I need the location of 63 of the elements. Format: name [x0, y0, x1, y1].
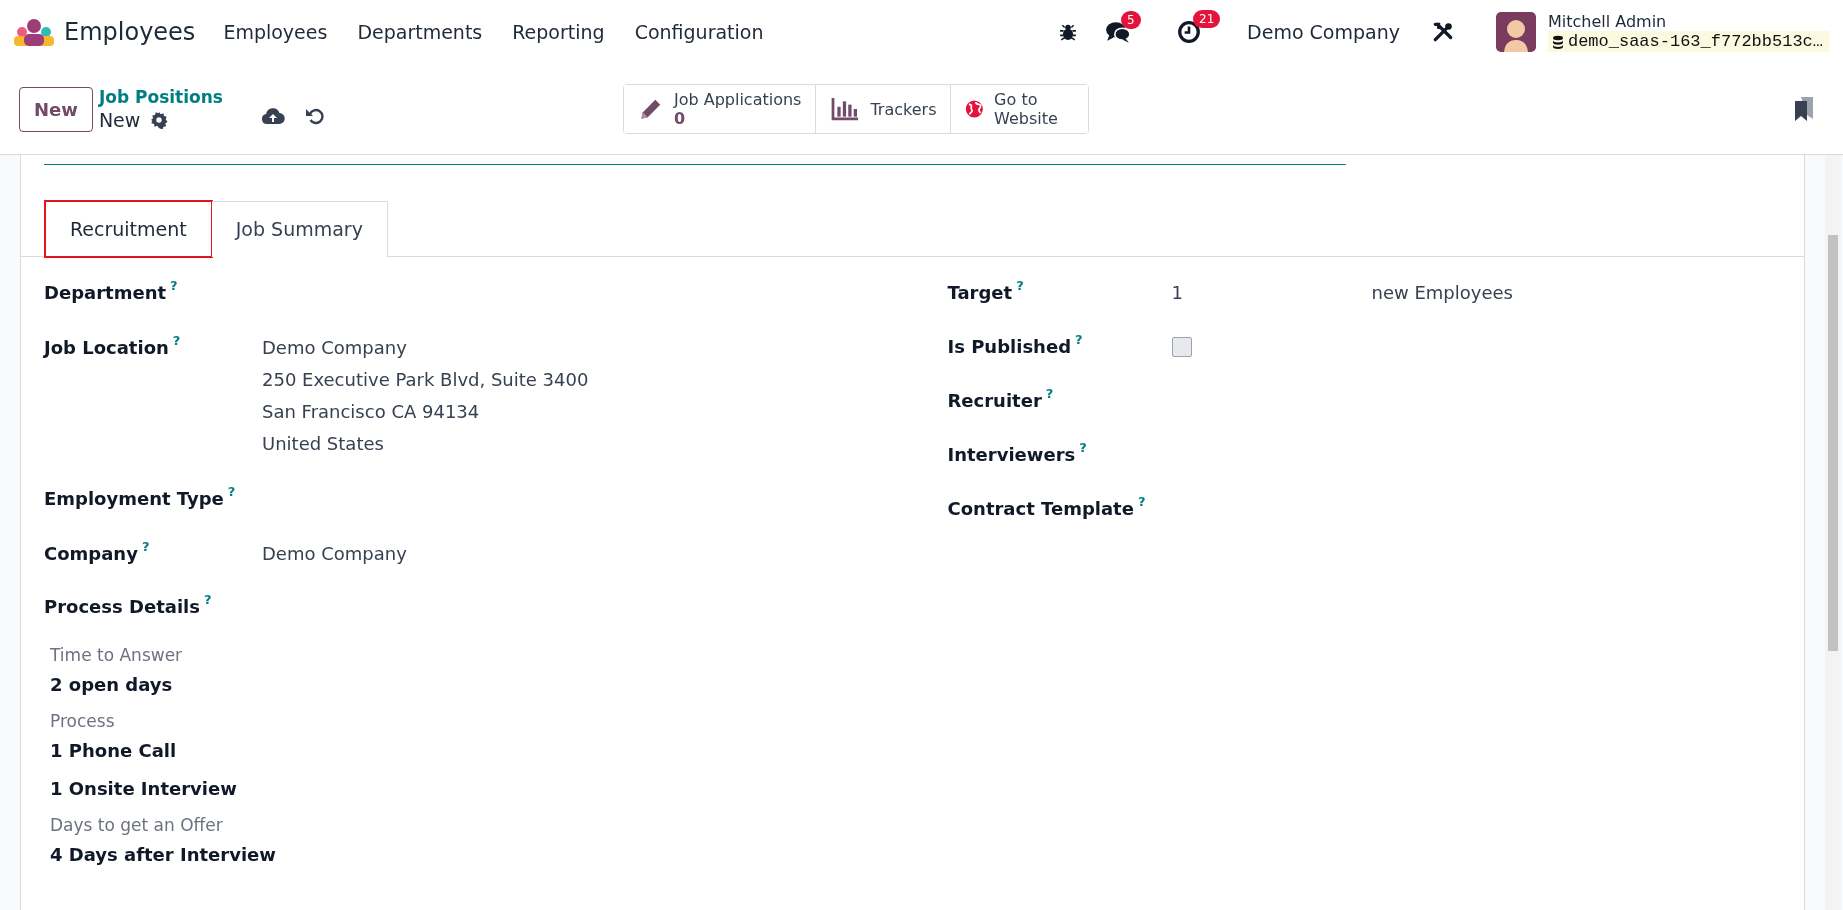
help-tooltip[interactable]: ?	[1045, 385, 1054, 403]
field-label: Employment Type	[44, 487, 224, 511]
field-label: Department	[44, 281, 167, 305]
field-value: United States	[262, 432, 385, 456]
process-item: 1 Phone Call	[50, 739, 178, 763]
field-label: Contract Template	[947, 497, 1134, 521]
menu-item[interactable]: Departments	[357, 21, 483, 43]
message-count: 5	[1121, 11, 1141, 29]
process-item: 1 Onsite Interview	[50, 777, 238, 801]
help-tooltip[interactable]: ?	[1075, 331, 1083, 349]
database-icon	[1551, 34, 1564, 49]
field-value: 250 Executive Park Blvd, Suite 3400	[262, 368, 589, 392]
process-heading: Process	[50, 710, 116, 733]
scrollbar-thumb[interactable]	[1828, 235, 1838, 651]
help-tooltip[interactable]: ?	[172, 332, 181, 350]
settings-icon[interactable]	[150, 111, 169, 129]
breadcrumb-link[interactable]: Job Positions	[98, 87, 223, 107]
field-label: Interviewers	[947, 443, 1076, 467]
new-button[interactable]: New	[19, 86, 93, 132]
section-label: Process Details	[44, 595, 200, 619]
field-label: Job Location	[44, 336, 169, 360]
menu-item[interactable]: Employees	[223, 21, 328, 43]
app-name[interactable]: Employees	[64, 18, 196, 46]
bar-chart-icon	[830, 97, 861, 121]
field-value: Demo Company	[262, 336, 408, 360]
help-tooltip[interactable]: ?	[1079, 439, 1087, 457]
tab[interactable]: Recruitment	[45, 201, 212, 257]
help-tooltip[interactable]: ?	[203, 591, 212, 609]
bookmarks-icon[interactable]	[1794, 96, 1814, 122]
target-value[interactable]: 1	[1171, 277, 1372, 309]
help-tooltip[interactable]: ?	[170, 277, 178, 295]
company-switcher[interactable]: Demo Company	[1247, 21, 1400, 43]
smart-button[interactable]: Job Applications 0	[623, 85, 817, 133]
field-value: Demo Company	[262, 542, 407, 566]
published-checkbox[interactable]	[1171, 337, 1192, 357]
user-avatar[interactable]	[1495, 12, 1536, 52]
process-item: 4 Days after Interview	[50, 843, 277, 867]
tab[interactable]: Job Summary	[211, 201, 388, 257]
user-name[interactable]: Mitchell Admin	[1547, 12, 1829, 31]
field-label: Target	[947, 281, 1013, 305]
field-value: San Francisco CA 94134	[262, 400, 481, 424]
menu-item[interactable]: Reporting	[512, 21, 605, 43]
database-name: demo_saas-163_f772bb513c…	[1567, 32, 1823, 51]
activity-count: 21	[1193, 10, 1221, 28]
process-heading: Time to Answer	[50, 644, 184, 667]
process-heading: Days to get an Offer	[50, 814, 224, 837]
bug-icon[interactable]	[1059, 23, 1078, 41]
field-label: Company	[44, 542, 138, 566]
field-label: Recruiter	[947, 389, 1042, 413]
help-tooltip[interactable]: ?	[227, 483, 236, 501]
target-unit: new Employees	[1371, 281, 1513, 305]
undo-icon[interactable]	[304, 106, 325, 126]
cloud-upload-icon[interactable]	[260, 107, 285, 125]
app-logo-icon[interactable]	[14, 18, 54, 46]
tools-icon[interactable]	[1431, 21, 1454, 43]
process-item: 2 open days	[50, 673, 174, 697]
clock-icon[interactable]	[1177, 20, 1202, 44]
record-name: New	[98, 109, 141, 131]
menu-item[interactable]: Configuration	[634, 21, 764, 43]
help-tooltip[interactable]: ?	[1137, 493, 1146, 511]
help-tooltip[interactable]: ?	[1016, 277, 1024, 295]
help-tooltip[interactable]: ?	[141, 538, 150, 556]
field-label: Is Published	[947, 335, 1072, 359]
